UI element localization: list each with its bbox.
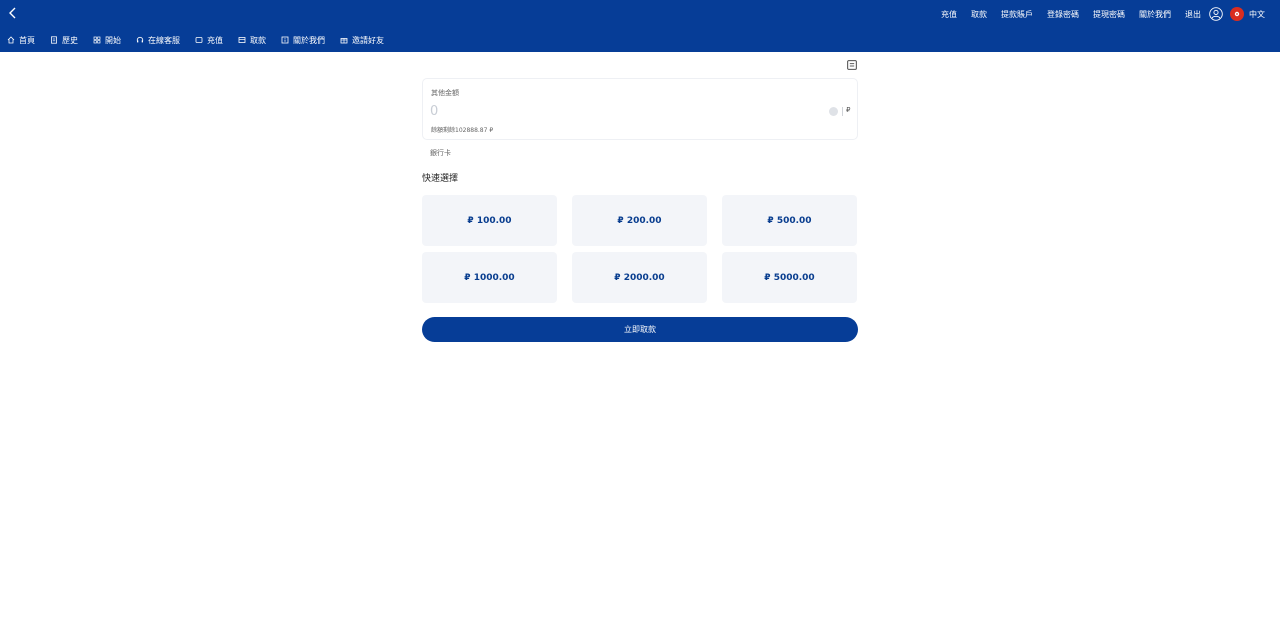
clear-icon[interactable] bbox=[829, 107, 838, 116]
subnav-item-home[interactable]: 首頁 bbox=[7, 35, 35, 46]
amount-card: 其他金額 ₽ 餘額剩餘102888.87 ₽ bbox=[422, 78, 858, 140]
amount-input[interactable] bbox=[430, 102, 820, 120]
subnav-label: 在線客服 bbox=[148, 35, 180, 45]
home-icon bbox=[7, 36, 15, 44]
quick-amount-button[interactable]: ₽ 200.00 bbox=[572, 195, 707, 246]
topnav-withdraw-account[interactable]: 提款賬戶 bbox=[1001, 9, 1033, 20]
subnav-label: 關於我們 bbox=[293, 35, 325, 45]
subnav-label: 首頁 bbox=[19, 35, 35, 45]
quick-amount-button[interactable]: ₽ 2000.00 bbox=[572, 252, 707, 303]
subnav-label: 取款 bbox=[250, 35, 266, 45]
subnav-item-history[interactable]: 歷史 bbox=[50, 35, 78, 46]
topnav-withdraw-password[interactable]: 提現密碼 bbox=[1093, 9, 1125, 20]
subnav-label: 充值 bbox=[207, 35, 223, 45]
info-icon bbox=[281, 36, 289, 44]
quick-amount-button[interactable]: ₽ 1000.00 bbox=[422, 252, 557, 303]
subnav-item-invite-friends[interactable]: 邀請好友 bbox=[340, 35, 384, 46]
grid-icon bbox=[93, 36, 101, 44]
topnav-login-password[interactable]: 登錄密碼 bbox=[1047, 9, 1079, 20]
withdraw-icon bbox=[238, 37, 246, 43]
quick-amount-button[interactable]: ₽ 100.00 bbox=[422, 195, 557, 246]
gift-icon bbox=[340, 38, 348, 44]
withdraw-submit-button[interactable]: 立即取款 bbox=[422, 317, 858, 342]
topnav-logout[interactable]: 退出 bbox=[1185, 9, 1201, 20]
back-arrow-icon[interactable] bbox=[6, 5, 20, 21]
app-header: 充值 取款 提款賬戶 登錄密碼 提現密碼 關於我們 退出 中文 首頁 歷史 開始… bbox=[0, 0, 1280, 52]
quick-amount-button[interactable]: ₽ 5000.00 bbox=[722, 252, 857, 303]
topnav-recharge[interactable]: 充值 bbox=[941, 9, 957, 20]
subnav-label: 開始 bbox=[105, 35, 121, 45]
record-list-icon[interactable] bbox=[847, 60, 857, 70]
subnav-item-online-service[interactable]: 在線客服 bbox=[136, 35, 180, 46]
amount-label: 其他金額 bbox=[431, 89, 459, 97]
balance-text: 餘額剩餘102888.87 ₽ bbox=[431, 127, 494, 134]
quick-select-title: 快速選擇 bbox=[422, 174, 459, 184]
history-icon bbox=[51, 36, 57, 44]
sub-nav: 首頁 歷史 開始 在線客服 充值 取款 關於我們 邀請好友 bbox=[0, 30, 392, 50]
top-nav: 充值 取款 提款賬戶 登錄密碼 提現密碼 關於我們 退出 中文 bbox=[941, 0, 1280, 28]
divider bbox=[842, 107, 843, 116]
subnav-label: 邀請好友 bbox=[352, 35, 384, 45]
subnav-item-withdraw[interactable]: 取款 bbox=[238, 35, 266, 46]
bank-card-selector[interactable]: 銀行卡 bbox=[430, 148, 451, 158]
subnav-item-about-us[interactable]: 關於我們 bbox=[281, 35, 325, 46]
user-profile-icon[interactable] bbox=[1209, 7, 1223, 21]
quick-amount-button[interactable]: ₽ 500.00 bbox=[722, 195, 857, 246]
language-flag-icon[interactable] bbox=[1230, 7, 1244, 21]
topnav-about-us[interactable]: 關於我們 bbox=[1139, 9, 1171, 20]
flower-emblem-icon bbox=[1234, 11, 1240, 17]
subnav-item-start[interactable]: 開始 bbox=[93, 35, 121, 46]
currency-symbol: ₽ bbox=[846, 106, 851, 114]
subnav-label: 歷史 bbox=[62, 35, 78, 45]
headset-icon bbox=[136, 36, 144, 43]
deposit-icon bbox=[195, 37, 203, 43]
subnav-item-recharge[interactable]: 充值 bbox=[195, 35, 223, 46]
language-label[interactable]: 中文 bbox=[1249, 9, 1265, 20]
topnav-withdraw[interactable]: 取款 bbox=[971, 9, 987, 20]
